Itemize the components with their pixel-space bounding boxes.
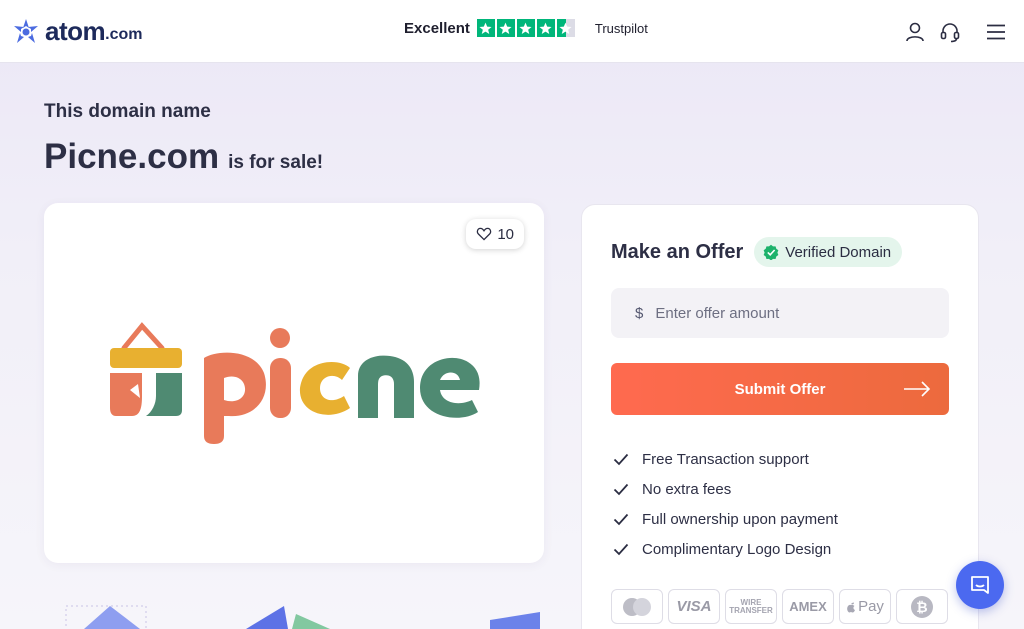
decorative-illustration: [490, 612, 540, 629]
svg-text:₿: ₿: [916, 599, 927, 615]
basket-icon: [110, 322, 182, 416]
submit-offer-button[interactable]: Submit Offer: [611, 363, 949, 415]
like-button[interactable]: 10: [466, 219, 524, 249]
user-icon[interactable]: [904, 21, 926, 43]
feature-text: No extra fees: [642, 480, 732, 498]
decorative-illustration: [65, 605, 147, 629]
offer-title: Make an Offer: [611, 240, 744, 263]
wire-transfer-icon: WIRE TRANSFER: [725, 589, 777, 624]
list-item: Full ownership upon payment: [613, 504, 838, 534]
star-icon: [516, 19, 535, 37]
atom-star-icon: [14, 18, 38, 43]
chat-icon: [971, 576, 989, 594]
site-header: atom .com Excellent Trustpilot: [0, 0, 1024, 63]
trustpilot-rating[interactable]: Excellent Trustpilot: [404, 19, 648, 37]
picne-brand-logo: [110, 322, 480, 444]
half-star-icon: [556, 19, 575, 37]
logo-text: atom: [45, 16, 106, 46]
verified-domain-badge: Verified Domain: [754, 237, 903, 267]
visa-icon: VISA: [668, 589, 720, 624]
check-icon: [613, 543, 629, 556]
domain-name: Picne.com: [44, 137, 220, 176]
star-icon: [496, 19, 515, 37]
feature-list: Free Transaction support No extra fees F…: [613, 444, 838, 564]
list-item: No extra fees: [613, 474, 838, 504]
star-icon: [536, 19, 555, 37]
trustpilot-label: Trustpilot: [594, 20, 648, 36]
decorative-illustration: [246, 606, 330, 629]
offer-amount-input[interactable]: [655, 304, 916, 322]
offer-amount-field[interactable]: $: [611, 288, 949, 338]
payment-methods: VISA WIRE TRANSFER AMEX Pay ₿: [611, 589, 948, 624]
trust-label: Excellent: [404, 19, 470, 37]
feature-text: Complimentary Logo Design: [642, 540, 832, 558]
headset-icon[interactable]: [939, 21, 961, 43]
currency-symbol: $: [635, 304, 644, 322]
chat-launcher-button[interactable]: [956, 561, 1004, 609]
check-icon: [613, 513, 629, 526]
heart-icon: [477, 227, 492, 241]
logo-suffix: .com: [105, 25, 143, 43]
check-icon: [613, 453, 629, 466]
feature-text: Free Transaction support: [642, 450, 809, 468]
submit-offer-label: Submit Offer: [734, 380, 826, 398]
hero-eyebrow: This domain name: [44, 101, 211, 122]
feature-text: Full ownership upon payment: [642, 510, 838, 528]
mastercard-icon: [611, 589, 663, 624]
menu-icon[interactable]: [985, 21, 1007, 43]
atom-logo[interactable]: atom .com: [11, 16, 142, 47]
check-icon: [613, 483, 629, 496]
amex-icon: AMEX: [782, 589, 834, 624]
verified-check-icon: [763, 244, 779, 260]
star-icon: [476, 19, 495, 37]
hero-title: Picne.com is for sale!: [44, 137, 323, 177]
trust-stars: [476, 19, 575, 37]
list-item: Complimentary Logo Design: [613, 534, 838, 564]
verified-label: Verified Domain: [785, 243, 892, 261]
offer-card: Make an Offer Verified Domain $ Submit O…: [581, 204, 979, 629]
apple-pay-icon: Pay: [839, 589, 891, 624]
arrow-right-icon: [904, 381, 931, 397]
like-count: 10: [497, 225, 514, 243]
offer-header: Make an Offer Verified Domain: [611, 237, 903, 267]
domain-logo-card: 10: [44, 203, 544, 563]
bitcoin-icon: ₿: [896, 589, 948, 624]
list-item: Free Transaction support: [613, 444, 838, 474]
for-sale-text: is for sale!: [228, 152, 324, 173]
